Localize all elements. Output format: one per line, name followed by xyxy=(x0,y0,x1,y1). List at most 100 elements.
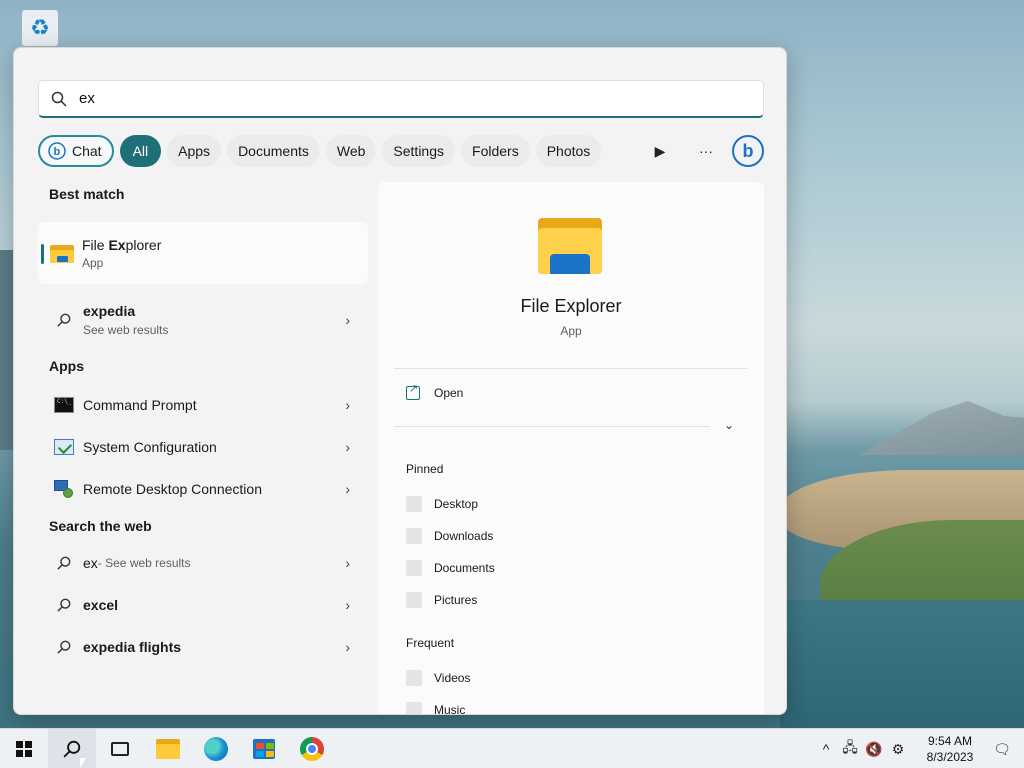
volume-muted-icon[interactable]: 🔇 xyxy=(862,729,886,768)
web-result-item[interactable]: excel › xyxy=(38,584,368,626)
best-match-name: File Explorer xyxy=(82,236,162,253)
open-external-icon xyxy=(406,382,420,400)
filter-web[interactable]: Web xyxy=(325,135,377,167)
chevron-right-icon[interactable]: › xyxy=(345,597,350,613)
frequent-item-videos[interactable]: Videos xyxy=(406,670,470,686)
more-filters-play-icon[interactable]: ▶ xyxy=(644,135,676,167)
taskbar: ^ 🖧 🔇 ⚙ 9:54 AM 8/3/2023 🗨 xyxy=(0,728,1024,768)
best-match-heading: Best match xyxy=(49,186,125,202)
start-icon xyxy=(16,740,32,757)
network-icon[interactable]: 🖧 xyxy=(838,729,862,768)
web-result-label: excel xyxy=(83,597,119,613)
search-icon xyxy=(53,552,75,574)
taskbar-file-explorer[interactable] xyxy=(144,729,192,768)
remote-desktop-icon xyxy=(53,478,75,500)
start-button[interactable] xyxy=(0,729,48,768)
web-result-label: expedia flights xyxy=(83,639,182,655)
filter-apps[interactable]: Apps xyxy=(167,135,222,167)
pinned-heading: Pinned xyxy=(406,462,444,476)
app-label: System Configuration xyxy=(83,439,217,455)
app-item-remote-desktop[interactable]: Remote Desktop Connection › xyxy=(38,468,368,510)
results-list: Best match File Explorer App expedia See… xyxy=(38,182,368,668)
filter-all[interactable]: All xyxy=(119,135,162,167)
store-icon xyxy=(253,738,275,759)
detail-pane: File Explorer App Open ⌄ Pinned Desktop … xyxy=(378,182,764,714)
filter-settings[interactable]: Settings xyxy=(382,135,456,167)
app-item-command-prompt[interactable]: C:\_ Command Prompt › xyxy=(38,384,368,426)
system-configuration-icon xyxy=(53,436,75,458)
search-icon xyxy=(39,91,79,107)
chevron-right-icon[interactable]: › xyxy=(345,639,350,655)
best-match-text: File Explorer App xyxy=(82,237,161,270)
web-result-sub: - See web results xyxy=(97,556,191,570)
taskbar-chrome[interactable] xyxy=(288,729,336,768)
frequent-heading: Frequent xyxy=(406,636,455,650)
folder-thumbnail-icon xyxy=(406,528,422,544)
command-prompt-icon: C:\_ xyxy=(53,394,75,416)
open-label: Open xyxy=(434,386,464,400)
folder-thumbnail-icon xyxy=(406,670,422,686)
chevron-up-icon[interactable]: ^ xyxy=(814,729,838,768)
detail-subtitle: App xyxy=(560,324,582,338)
file-explorer-large-icon xyxy=(538,218,604,274)
best-match-type: App xyxy=(82,255,104,270)
search-box[interactable] xyxy=(38,80,764,118)
web-result-label: ex xyxy=(83,555,98,571)
folder-thumbnail-icon xyxy=(406,560,422,576)
notification-icon[interactable]: 🗨 xyxy=(990,729,1014,768)
folder-thumbnail-icon xyxy=(406,592,422,608)
selection-accent xyxy=(41,244,44,264)
clock-date: 8/3/2023 xyxy=(926,750,974,764)
taskbar-store[interactable] xyxy=(240,729,288,768)
chevron-right-icon[interactable]: › xyxy=(345,555,350,571)
bing-chat-icon: b xyxy=(48,142,66,160)
chevron-right-icon[interactable]: › xyxy=(345,481,350,497)
search-icon xyxy=(53,594,75,616)
system-tray: ^ 🖧 🔇 ⚙ 9:54 AM 8/3/2023 🗨 xyxy=(814,729,1024,768)
filter-bar: b Chat All Apps Documents Web Settings F… xyxy=(38,134,764,168)
best-match-item[interactable]: File Explorer App xyxy=(38,222,368,284)
chevron-down-icon[interactable]: ⌄ xyxy=(724,418,734,432)
pinned-item-desktop[interactable]: Desktop xyxy=(406,496,478,512)
chevron-right-icon[interactable]: › xyxy=(345,312,350,328)
chat-button[interactable]: b Chat xyxy=(38,135,114,167)
search-button[interactable] xyxy=(48,728,96,768)
frequent-item-music[interactable]: Music xyxy=(406,702,465,714)
chevron-right-icon[interactable]: › xyxy=(345,397,350,413)
open-action[interactable]: Open xyxy=(406,382,464,400)
web-result-item[interactable]: expedia flights › xyxy=(38,626,368,668)
settings-gear-icon[interactable]: ⚙ xyxy=(886,729,910,768)
wallpaper-mountain xyxy=(860,401,1024,455)
folder-thumbnail-icon xyxy=(406,496,422,512)
web-result-item[interactable]: ex - See web results › xyxy=(38,542,368,584)
filter-photos[interactable]: Photos xyxy=(535,135,602,167)
apps-heading: Apps xyxy=(49,358,84,374)
clock[interactable]: 9:54 AM 8/3/2023 xyxy=(918,733,982,765)
taskbar-edge[interactable] xyxy=(192,729,240,768)
more-options-icon[interactable]: ··· xyxy=(690,135,722,167)
divider xyxy=(394,426,710,427)
mouse-cursor xyxy=(80,758,86,768)
chevron-right-icon[interactable]: › xyxy=(345,439,350,455)
filter-folders[interactable]: Folders xyxy=(461,135,530,167)
app-label: Command Prompt xyxy=(83,397,197,413)
filter-documents[interactable]: Documents xyxy=(227,135,320,167)
search-web-heading: Search the web xyxy=(49,518,152,534)
folder-thumbnail-icon xyxy=(406,702,422,714)
chrome-icon xyxy=(300,736,324,761)
search-input[interactable] xyxy=(79,90,679,107)
pinned-item-downloads[interactable]: Downloads xyxy=(406,528,493,544)
recycle-bin-icon[interactable]: ♻ xyxy=(22,10,58,46)
divider xyxy=(394,368,748,369)
search-icon xyxy=(63,740,81,758)
file-explorer-icon xyxy=(50,243,74,263)
web-suggestion-item[interactable]: expedia See web results › xyxy=(38,294,368,346)
bing-icon[interactable]: b xyxy=(732,135,764,167)
search-icon xyxy=(53,636,75,658)
wallpaper-left-strip xyxy=(0,250,14,450)
pinned-item-pictures[interactable]: Pictures xyxy=(406,592,477,608)
task-view-button[interactable] xyxy=(96,729,144,768)
pinned-item-documents[interactable]: Documents xyxy=(406,560,495,576)
app-item-system-configuration[interactable]: System Configuration › xyxy=(38,426,368,468)
search-panel: b Chat All Apps Documents Web Settings F… xyxy=(13,47,787,715)
